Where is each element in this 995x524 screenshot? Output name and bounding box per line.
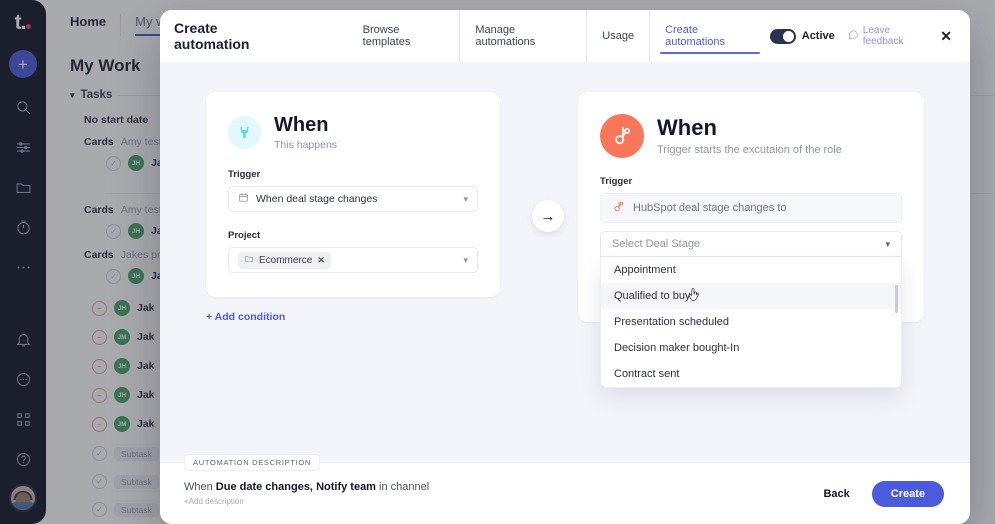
hubspot-icon	[600, 114, 644, 158]
mouse-cursor-icon	[687, 288, 702, 304]
folder-icon	[244, 254, 254, 267]
calendar-icon	[238, 192, 249, 206]
chevron-down-icon: ▾	[885, 238, 890, 249]
deal-stage-dropdown: Appointment Qualified to buy Presentatio…	[600, 257, 902, 388]
dropdown-option-decision-maker-bought-in[interactable]: Decision maker bought-In	[601, 335, 901, 361]
dropdown-option-qualified-to-buy[interactable]: Qualified to buy	[601, 283, 901, 309]
plug-icon	[228, 116, 261, 149]
leave-feedback-label: Leave feedback	[862, 25, 904, 47]
dropdown-option-label: Qualified to buy	[614, 290, 691, 302]
create-button[interactable]: Create	[871, 480, 944, 507]
chevron-down-icon: ▾	[463, 193, 468, 204]
hubspot-icon	[612, 200, 625, 216]
tab-manage-automations[interactable]: Manage automations	[459, 10, 586, 62]
add-condition-link[interactable]: + Add condition	[206, 311, 500, 323]
modal-title: Create automation	[174, 20, 250, 52]
modal-header-actions: Active Leave feedback ✕	[769, 25, 952, 47]
when-card-wrap: When This happens Trigger When deal stag…	[206, 92, 500, 323]
speech-bubble-icon	[848, 29, 859, 43]
when-card-titles: When This happens	[274, 114, 337, 151]
dropdown-option-presentation-scheduled[interactable]: Presentation scheduled	[601, 309, 901, 335]
hubspot-card-heading: When	[657, 115, 717, 141]
dropdown-option-contract-sent[interactable]: Contract sent	[601, 361, 901, 387]
trigger-label: Trigger	[228, 169, 261, 180]
summary-bold-trigger: Due date changes,	[215, 481, 313, 493]
deal-stage-select[interactable]: Select Deal Stage ▾	[600, 231, 902, 257]
automation-summary: When Due date changes, Notify team in ch…	[184, 481, 429, 493]
hubspot-card-subheading: Trigger starts the excutaion of the role	[657, 143, 842, 156]
summary-bold-action: Notify team	[316, 481, 376, 493]
toggle-knob	[782, 30, 794, 42]
trigger-select[interactable]: When deal stage changes ▾	[228, 186, 478, 212]
project-select[interactable]: Ecommerce ✕ ▾	[228, 247, 478, 273]
hubspot-card: When Trigger starts the excutaion of the…	[578, 92, 924, 388]
active-toggle-label: Active	[801, 30, 835, 42]
tab-create-automations[interactable]: Create automations	[649, 10, 770, 62]
when-card-header: When This happens	[228, 114, 478, 151]
screen: t. + Home My My Work ▾ Tasks No start da…	[0, 0, 995, 524]
hubspot-trigger-value: HubSpot deal stage changes to	[633, 202, 787, 214]
when-card-heading: When	[274, 114, 329, 136]
modal-nav: Browse templates Manage automations Usag…	[348, 10, 770, 62]
when-card: When This happens Trigger When deal stag…	[206, 92, 500, 297]
project-chip[interactable]: Ecommerce ✕	[238, 251, 331, 269]
hubspot-card-titles: When Trigger starts the excutaion of the…	[657, 115, 842, 156]
add-description-link[interactable]: +Add description	[184, 497, 429, 506]
modal-header: Create automation Browse templates Manag…	[160, 10, 970, 62]
tab-usage[interactable]: Usage	[586, 10, 649, 62]
hubspot-trigger-label: Trigger	[600, 176, 633, 187]
modal-body: When This happens Trigger When deal stag…	[160, 62, 970, 462]
footer-actions: Back Create	[823, 480, 944, 507]
hubspot-trigger-value-field: HubSpot deal stage changes to	[600, 193, 902, 223]
dropdown-option-appointment[interactable]: Appointment	[601, 257, 901, 283]
chip-remove-icon[interactable]: ✕	[317, 255, 325, 266]
active-toggle[interactable]	[769, 28, 796, 44]
chevron-down-icon: ▾	[463, 254, 468, 265]
modal-footer: AUTOMATION DESCRIPTION When Due date cha…	[160, 454, 970, 524]
hubspot-card-header: When Trigger starts the excutaion of the…	[600, 114, 902, 158]
create-automation-modal: Create automation Browse templates Manag…	[160, 10, 970, 524]
automation-flow: When This happens Trigger When deal stag…	[206, 92, 924, 388]
project-chip-label: Ecommerce	[259, 254, 313, 266]
project-label: Project	[228, 230, 261, 241]
back-button[interactable]: Back	[823, 488, 849, 500]
when-card-subheading: This happens	[274, 139, 338, 151]
summary-pre: When	[184, 481, 216, 493]
dropdown-scrollbar[interactable]	[895, 285, 898, 313]
footer-description-block: When Due date changes, Notify team in ch…	[184, 481, 429, 506]
leave-feedback-button[interactable]: Leave feedback	[848, 25, 927, 47]
tab-browse-templates[interactable]: Browse templates	[348, 10, 460, 62]
flow-arrow-icon: →	[532, 200, 564, 232]
trigger-value: When deal stage changes	[256, 193, 378, 205]
deal-stage-select-wrap: Select Deal Stage ▾ Appointment Qualifie…	[600, 231, 902, 388]
deal-stage-placeholder: Select Deal Stage	[612, 238, 701, 250]
automation-description-tag: AUTOMATION DESCRIPTION	[184, 454, 321, 471]
close-icon[interactable]: ✕	[940, 29, 952, 43]
summary-post: in channel	[375, 481, 430, 493]
